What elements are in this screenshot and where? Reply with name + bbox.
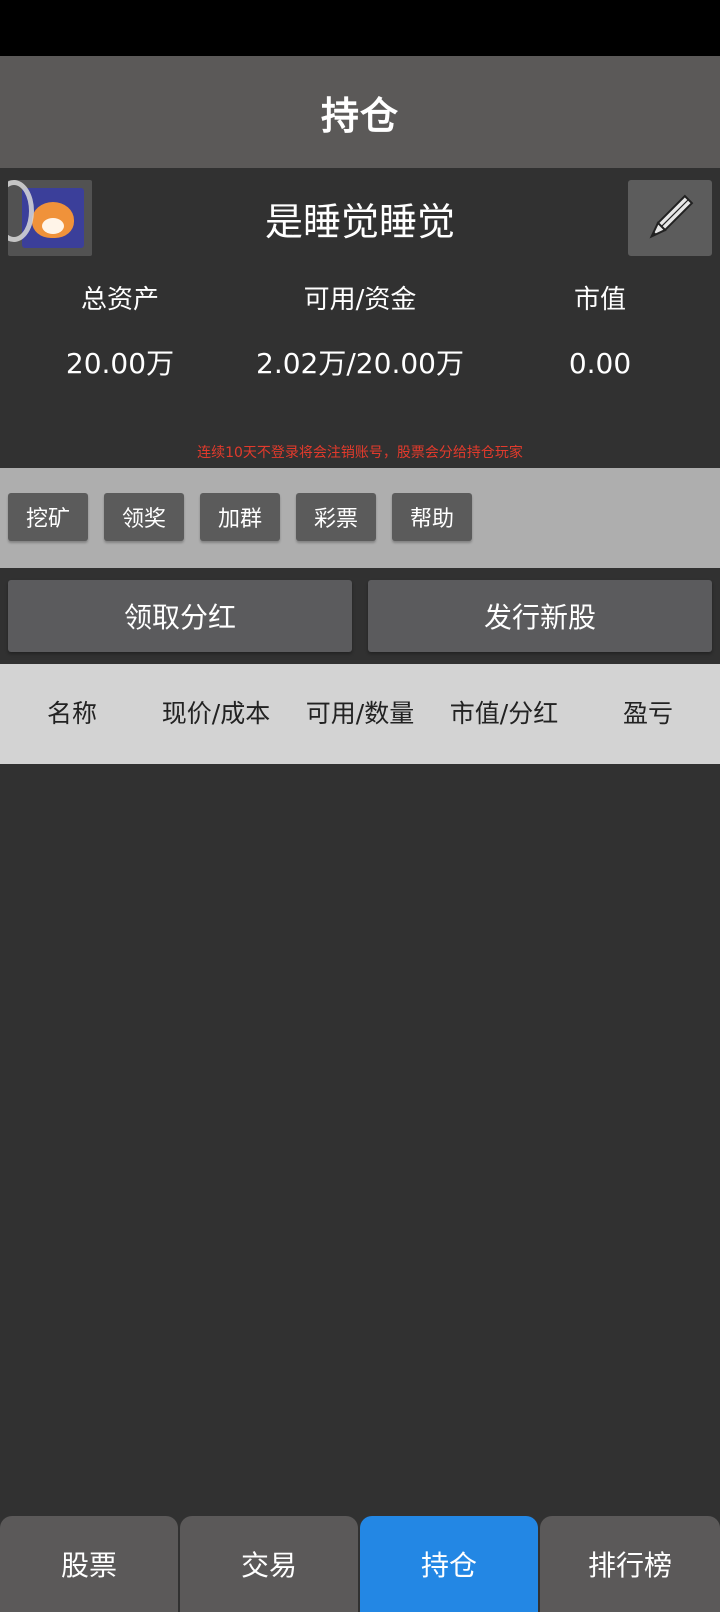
join-group-button[interactable]: 加群	[200, 493, 280, 541]
tab-leaderboard[interactable]: 排行榜	[540, 1516, 720, 1612]
avatar[interactable]	[8, 180, 92, 256]
asset-stats: 总资产 20.00万 可用/资金 2.02万/20.00万 市值 0.00	[0, 280, 720, 400]
column-value-dividend: 市值/分红	[449, 699, 559, 728]
edit-profile-button[interactable]	[628, 180, 712, 256]
lottery-button[interactable]: 彩票	[296, 493, 376, 541]
username: 是睡觉睡觉	[264, 199, 455, 244]
column-price-cost: 现价/成本	[161, 699, 271, 728]
tools-bar: 挖矿 领奖 加群 彩票 帮助	[0, 468, 720, 568]
market-value: 市值 0.00	[500, 280, 700, 384]
holdings-table-header: 名称 现价/成本 可用/数量 市值/分红 盈亏	[0, 664, 720, 764]
available-funds: 可用/资金 2.02万/20.00万	[240, 280, 480, 384]
bottom-nav: 股票 交易 持仓 排行榜	[0, 1516, 720, 1612]
inactivity-notice: 连续10天不登录将会注销账号，股票会分给持仓玩家	[197, 445, 523, 461]
market-value-label: 市值	[573, 285, 626, 315]
tab-trade[interactable]: 交易	[180, 1516, 358, 1612]
available-funds-label: 可用/资金	[303, 285, 417, 315]
profile-row: 是睡觉睡觉	[0, 168, 720, 268]
status-bar	[0, 0, 720, 56]
column-available-quantity: 可用/数量	[305, 699, 415, 728]
column-profit-loss: 盈亏	[622, 699, 673, 728]
total-assets-label: 总资产	[80, 285, 159, 315]
mining-button[interactable]: 挖矿	[8, 493, 88, 541]
pencil-icon	[649, 194, 694, 239]
claim-dividend-button[interactable]: 领取分红	[8, 580, 352, 652]
app-screen: 持仓 是睡觉睡觉 总资产 20.00万 可用/资金 2.02万/20.00万 市…	[0, 0, 720, 1612]
claim-reward-button[interactable]: 领奖	[104, 493, 184, 541]
total-assets-value: 20.00万	[65, 347, 175, 380]
tab-stocks[interactable]: 股票	[0, 1516, 178, 1612]
tab-holdings[interactable]: 持仓	[360, 1516, 538, 1612]
dog-snout-icon	[42, 218, 64, 234]
total-assets: 总资产 20.00万	[20, 280, 220, 384]
market-value-value: 0.00	[568, 347, 632, 380]
help-button[interactable]: 帮助	[392, 493, 472, 541]
issue-new-stock-button[interactable]: 发行新股	[368, 580, 712, 652]
page-title: 持仓	[320, 93, 399, 138]
available-funds-value: 2.02万/20.00万	[256, 347, 464, 380]
holdings-list	[0, 764, 720, 1516]
column-name: 名称	[46, 699, 97, 728]
title-bar: 持仓	[0, 56, 720, 168]
